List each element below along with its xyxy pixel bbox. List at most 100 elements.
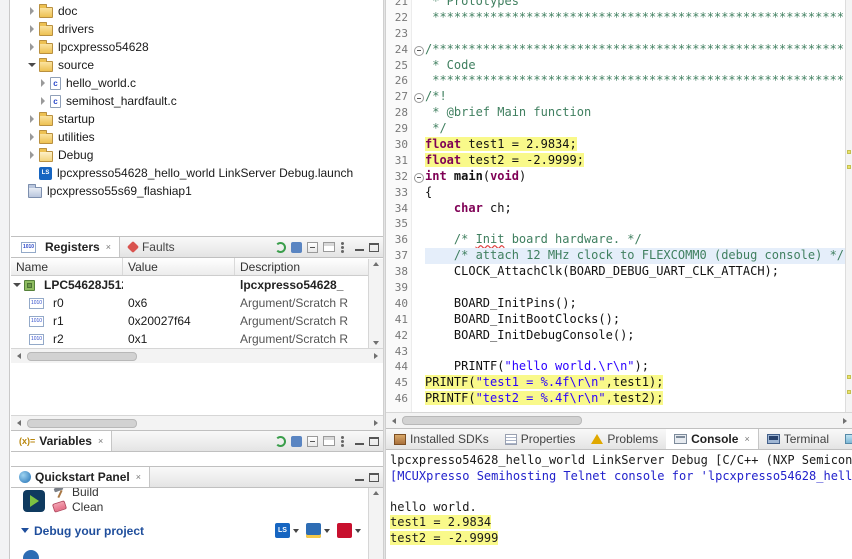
code-line[interactable]: 22 *************************************…: [386, 10, 852, 26]
column-header-description[interactable]: Description: [235, 258, 383, 275]
scroll-down-icon[interactable]: [373, 341, 379, 345]
layout-icon[interactable]: [323, 242, 335, 252]
collapse-all-icon[interactable]: [307, 241, 318, 253]
register-row[interactable]: r0 0x6 Argument/Scratch R: [11, 294, 383, 312]
code-line[interactable]: 40 BOARD_InitPins();: [386, 296, 852, 312]
code-editor[interactable]: 21 * Prototypes 22 **********************…: [386, 0, 852, 412]
tree-item[interactable]: startup: [11, 110, 383, 128]
code-line[interactable]: 35: [386, 216, 852, 232]
tab-faults[interactable]: Faults: [120, 237, 183, 257]
code-line[interactable]: 45 PRINTF("test1 = %.4f\r\n",test1);: [386, 375, 852, 391]
refresh-icon[interactable]: [275, 435, 286, 447]
code-line[interactable]: 23: [386, 26, 852, 42]
scroll-left-icon[interactable]: [11, 349, 26, 363]
code-line[interactable]: 41 BOARD_InitBootClocks();: [386, 312, 852, 328]
code-line[interactable]: 34 char ch;: [386, 201, 852, 217]
dropdown-arrow-icon[interactable]: [324, 528, 330, 533]
code-line[interactable]: 42 BOARD_InitDebugConsole();: [386, 328, 852, 344]
code-line[interactable]: 37 /* attach 12 MHz clock to FLEXCOMM0 (…: [386, 248, 852, 265]
code-line[interactable]: 28 * @brief Main function: [386, 105, 852, 121]
close-icon[interactable]: [98, 436, 103, 446]
chevron-collapsed-icon[interactable]: [26, 115, 37, 123]
registers-vscrollbar[interactable]: [368, 259, 383, 348]
code-line[interactable]: 36 /* Init board hardware. */: [386, 232, 852, 248]
scroll-right-icon[interactable]: [368, 416, 383, 430]
tab-installed-sdks[interactable]: Installed SDKs: [386, 429, 497, 449]
chevron-expanded-icon[interactable]: [11, 283, 22, 287]
tree-item[interactable]: semihost_hardfault.c: [11, 92, 383, 110]
code-line[interactable]: 27 /*!: [386, 89, 852, 105]
quickstart-vscrollbar[interactable]: [368, 488, 383, 559]
tab-quickstart-panel[interactable]: Quickstart Panel: [11, 467, 150, 487]
tab-properties[interactable]: Properties: [497, 429, 584, 449]
editor-hscrollbar[interactable]: [386, 412, 852, 428]
code-line[interactable]: 26 *************************************…: [386, 73, 852, 89]
code-line[interactable]: 31 float test2 = -2.9999;: [386, 152, 852, 169]
close-icon[interactable]: [136, 472, 141, 482]
minimize-icon[interactable]: [355, 473, 364, 481]
collapse-all-icon[interactable]: [307, 435, 318, 447]
code-line[interactable]: 44 PRINTF("hello world.\r\n");: [386, 359, 852, 375]
fold-marker-icon[interactable]: [412, 42, 425, 58]
close-icon[interactable]: [744, 434, 749, 444]
chevron-collapsed-icon[interactable]: [26, 25, 37, 33]
tree-item[interactable]: lpcxpresso54628_hello_world LinkServer D…: [11, 164, 383, 182]
scroll-thumb[interactable]: [27, 352, 137, 361]
linkserver-debug-button[interactable]: LS: [275, 523, 299, 538]
tree-item[interactable]: Debug: [11, 146, 383, 164]
register-row[interactable]: r2 0x1 Argument/Scratch R: [11, 330, 383, 348]
tab-image-inf[interactable]: Image Inf: [837, 429, 852, 449]
chevron-collapsed-icon[interactable]: [26, 133, 37, 141]
tab-variables[interactable]: (x)= Variables: [11, 431, 113, 451]
fold-marker-icon[interactable]: [412, 169, 425, 185]
code-line[interactable]: 43: [386, 344, 852, 360]
scroll-up-icon[interactable]: [373, 262, 379, 266]
registers-hscrollbar[interactable]: [11, 348, 383, 363]
registers-view-hscrollbar[interactable]: [11, 415, 383, 430]
chevron-collapsed-icon[interactable]: [26, 43, 37, 51]
minimize-icon[interactable]: [355, 437, 364, 445]
maximize-icon[interactable]: [369, 242, 379, 252]
code-line[interactable]: 25 * Code: [386, 58, 852, 74]
fold-marker-icon[interactable]: [412, 89, 425, 105]
import-export-icon[interactable]: [291, 241, 302, 253]
tree-item[interactable]: lpcxpresso54628: [11, 38, 383, 56]
quickstart-clean-item[interactable]: Clean: [51, 499, 383, 514]
close-icon[interactable]: [106, 242, 111, 252]
import-export-icon[interactable]: [291, 435, 302, 447]
dropdown-arrow-icon[interactable]: [293, 528, 299, 533]
scroll-right-icon[interactable]: [837, 413, 852, 428]
view-menu-icon[interactable]: [341, 439, 344, 443]
scroll-up-icon[interactable]: [373, 491, 379, 495]
maximize-icon[interactable]: [369, 472, 379, 482]
debug-your-project-link[interactable]: Debug your project: [21, 524, 144, 538]
chevron-collapsed-icon[interactable]: [26, 151, 37, 159]
view-menu-icon[interactable]: [341, 245, 344, 249]
code-line[interactable]: 29 */: [386, 121, 852, 137]
chevron-collapsed-icon[interactable]: [37, 97, 48, 105]
console-output[interactable]: lpcxpresso54628_hello_world LinkServer D…: [386, 450, 852, 546]
scroll-left-icon[interactable]: [386, 413, 401, 428]
quickstart-build-item[interactable]: Build: [53, 488, 383, 499]
scroll-left-icon[interactable]: [11, 416, 26, 430]
code-line[interactable]: 32 int main(void): [386, 169, 852, 185]
pemicro-debug-button[interactable]: [306, 523, 330, 538]
minimize-icon[interactable]: [355, 243, 364, 251]
tree-item[interactable]: lpcxpresso55s69_flashiap1: [11, 182, 383, 200]
tab-console[interactable]: Console: [666, 429, 759, 449]
tree-item[interactable]: doc: [11, 2, 383, 20]
column-header-name[interactable]: Name: [11, 258, 123, 275]
tab-problems[interactable]: Problems: [583, 429, 666, 449]
jlink-debug-button[interactable]: [337, 523, 361, 538]
code-line[interactable]: 33 {: [386, 185, 852, 201]
code-line[interactable]: 30 float test1 = 2.9834;: [386, 137, 852, 153]
register-row[interactable]: LPC54628J512 lpcxpresso54628_: [11, 276, 383, 294]
tab-registers[interactable]: Registers: [11, 237, 120, 257]
scroll-right-icon[interactable]: [368, 349, 383, 363]
tab-terminal[interactable]: Terminal: [759, 429, 837, 449]
refresh-icon[interactable]: [275, 241, 286, 253]
layout-icon[interactable]: [323, 436, 335, 446]
code-line[interactable]: 38 CLOCK_AttachClk(BOARD_DEBUG_UART_CLK_…: [386, 264, 852, 280]
scroll-thumb[interactable]: [402, 416, 582, 425]
tree-item[interactable]: hello_world.c: [11, 74, 383, 92]
